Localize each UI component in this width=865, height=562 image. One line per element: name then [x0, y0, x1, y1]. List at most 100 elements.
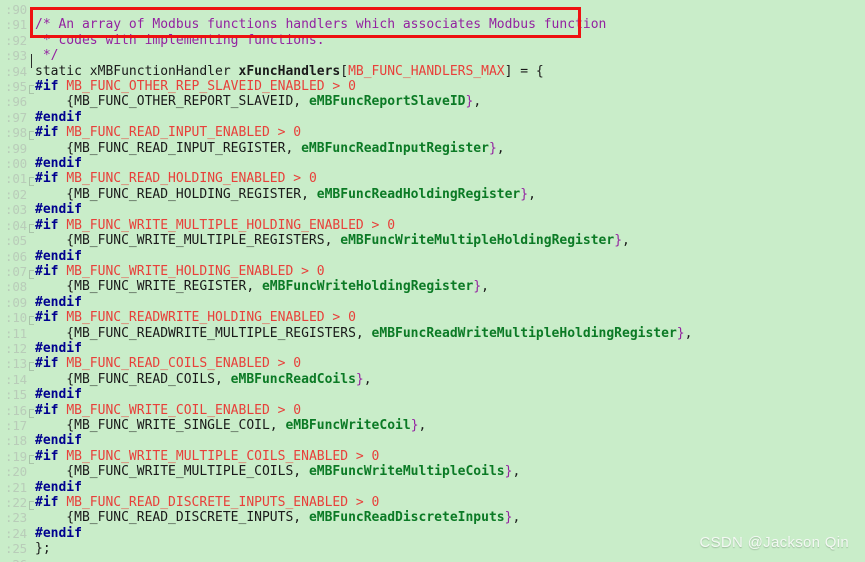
- line-number: 06:: [5, 248, 27, 264]
- code-line[interactable]: 04: #if MB_FUNC_WRITE_MULTIPLE_HOLDING_EN…: [0, 218, 865, 233]
- code-line[interactable]: 11: {MB_FUNC_READWRITE_MULTIPLE_REGISTER…: [0, 326, 865, 341]
- token-pre: #endif: [35, 479, 82, 495]
- code-line[interactable]: 09: #endif: [0, 295, 865, 310]
- code-line-text: {MB_FUNC_READ_DISCRETE_INPUTS, eMBFuncRe…: [35, 510, 520, 525]
- code-line-text: #if MB_FUNC_READ_INPUT_ENABLED > 0: [35, 125, 301, 140]
- line-number: 08:: [5, 279, 27, 295]
- code-line[interactable]: 05: {MB_FUNC_WRITE_MULTIPLE_REGISTERS, e…: [0, 233, 865, 248]
- token-pre: #if: [35, 310, 67, 326]
- token-macro: MB_FUNC_WRITE_MULTIPLE_HOLDING_ENABLED >…: [66, 217, 396, 233]
- code-lines-container[interactable]: 90: 91: /* An array of Modbus functions ha…: [0, 0, 865, 562]
- token-plain: ,: [496, 140, 505, 156]
- code-line[interactable]: 18: #endif: [0, 433, 865, 448]
- code-line-text: static xMBFunctionHandler xFuncHandlers[…: [35, 64, 544, 79]
- code-line-text: {MB_FUNC_WRITE_MULTIPLE_COILS, eMBFuncWr…: [35, 464, 520, 479]
- token-brace: }: [410, 417, 419, 433]
- code-line[interactable]: 16: #if MB_FUNC_WRITE_COIL_ENABLED > 0: [0, 403, 865, 418]
- token-macro: MB_FUNC_OTHER_REP_SLAVEID_ENABLED > 0: [66, 79, 356, 95]
- token-macro: MB_FUNC_HANDLERS_MAX: [348, 63, 505, 79]
- code-line[interactable]: 00: #endif: [0, 156, 865, 171]
- token-func: eMBFuncWriteMultipleCoils: [308, 464, 505, 480]
- code-line-text: #endif: [35, 387, 82, 402]
- line-number: 00:: [5, 156, 27, 172]
- code-editor-view[interactable]: 90: 91: /* An array of Modbus functions ha…: [0, 0, 865, 562]
- code-line[interactable]: 03: #endif: [0, 202, 865, 217]
- line-number: 13:: [5, 356, 27, 372]
- code-line[interactable]: 02: {MB_FUNC_READ_HOLDING_REGISTER, eMBF…: [0, 187, 865, 202]
- token-plain: {MB_FUNC_READ_HOLDING_REGISTER,: [35, 186, 317, 202]
- line-number: 95:: [5, 79, 27, 95]
- token-pre: #if: [35, 402, 67, 418]
- line-number: 24:: [5, 525, 27, 541]
- token-plain: };: [35, 541, 51, 557]
- code-line[interactable]: 94: static xMBFunctionHandler xFuncHandle…: [0, 64, 865, 79]
- token-pre: #endif: [35, 525, 82, 541]
- token-plain: ,: [418, 417, 427, 433]
- code-line-text: #endif: [35, 433, 82, 448]
- line-number: 11:: [5, 325, 27, 341]
- code-line[interactable]: 20: {MB_FUNC_WRITE_MULTIPLE_COILS, eMBFu…: [0, 464, 865, 479]
- token-plain: {MB_FUNC_WRITE_SINGLE_COIL,: [35, 417, 286, 433]
- code-line[interactable]: 91: /* An array of Modbus functions handl…: [0, 17, 865, 32]
- code-line[interactable]: 10: #if MB_FUNC_READWRITE_HOLDING_ENABLED…: [0, 310, 865, 326]
- token-pre: #if: [35, 356, 67, 372]
- code-line[interactable]: 07: #if MB_FUNC_WRITE_HOLDING_ENABLED > 0: [0, 264, 865, 279]
- token-plain: ] = {: [504, 63, 544, 79]
- token-func: eMBFuncWriteMultipleHoldingRegister: [340, 233, 615, 249]
- code-line-text: {MB_FUNC_READ_HOLDING_REGISTER, eMBFuncR…: [35, 187, 536, 202]
- token-plain: {MB_FUNC_READWRITE_MULTIPLE_REGISTERS,: [35, 325, 372, 341]
- code-line[interactable]: 26:: [0, 557, 865, 562]
- token-pre: #if: [35, 495, 67, 510]
- code-line[interactable]: 90:: [0, 2, 865, 17]
- code-line[interactable]: 95: #if MB_FUNC_OTHER_REP_SLAVEID_ENABLED…: [0, 79, 865, 95]
- code-line[interactable]: 08: {MB_FUNC_WRITE_REGISTER, eMBFuncWrit…: [0, 279, 865, 294]
- line-number: 02:: [5, 186, 27, 202]
- code-line-text: #if MB_FUNC_OTHER_REP_SLAVEID_ENABLED > …: [35, 79, 356, 94]
- code-line[interactable]: 06: #endif: [0, 249, 865, 264]
- code-line[interactable]: 19: #if MB_FUNC_WRITE_MULTIPLE_COILS_ENAB…: [0, 449, 865, 464]
- line-number: 04:: [5, 217, 27, 233]
- code-line[interactable]: 13: #if MB_FUNC_READ_COILS_ENABLED > 0: [0, 356, 865, 372]
- line-number: 17:: [5, 417, 27, 433]
- code-line[interactable]: 14: {MB_FUNC_READ_COILS, eMBFuncReadCoil…: [0, 372, 865, 387]
- token-macro: MB_FUNC_WRITE_MULTIPLE_COILS_ENABLED > 0: [66, 448, 380, 464]
- token-plain: ,: [528, 186, 536, 202]
- code-line[interactable]: 12: #endif: [0, 341, 865, 356]
- code-line[interactable]: 93: */: [0, 48, 865, 63]
- token-plain: static xMBFunctionHandler: [35, 63, 239, 79]
- line-number: 25:: [5, 541, 27, 557]
- code-line[interactable]: 99: {MB_FUNC_READ_INPUT_REGISTER, eMBFun…: [0, 141, 865, 156]
- line-number: 98:: [5, 125, 27, 141]
- token-brace: }: [473, 279, 482, 295]
- token-macro: MB_FUNC_READ_HOLDING_ENABLED > 0: [66, 171, 317, 187]
- token-func: eMBFuncReadInputRegister: [301, 140, 489, 156]
- token-comment: /* An array of Modbus functions handlers…: [35, 17, 607, 33]
- code-line[interactable]: 97: #endif: [0, 110, 865, 125]
- code-line[interactable]: 96: {MB_FUNC_OTHER_REPORT_SLAVEID, eMBFu…: [0, 94, 865, 109]
- token-plain: {MB_FUNC_READ_DISCRETE_INPUTS,: [35, 510, 309, 526]
- line-number: 03:: [5, 202, 27, 218]
- code-line[interactable]: 98: #if MB_FUNC_READ_INPUT_ENABLED > 0: [0, 125, 865, 141]
- line-number: 96:: [5, 94, 27, 110]
- token-pre: #endif: [35, 202, 82, 218]
- code-line[interactable]: 92: * codes with implementing functions.: [0, 33, 865, 48]
- code-line[interactable]: 22: #if MB_FUNC_READ_DISCRETE_INPUTS_ENAB…: [0, 495, 865, 510]
- code-line-text: #if MB_FUNC_READ_HOLDING_ENABLED > 0: [35, 171, 317, 186]
- text-caret: [31, 54, 32, 68]
- code-line[interactable]: 21: #endif: [0, 480, 865, 495]
- token-pre: #if: [35, 263, 67, 279]
- code-line[interactable]: 01: #if MB_FUNC_READ_HOLDING_ENABLED > 0: [0, 171, 865, 187]
- line-number: 07:: [5, 263, 27, 279]
- token-plain: ,: [481, 279, 489, 295]
- code-line-text: {MB_FUNC_WRITE_MULTIPLE_REGISTERS, eMBFu…: [35, 233, 630, 248]
- code-line-text: {MB_FUNC_WRITE_REGISTER, eMBFuncWriteHol…: [35, 279, 489, 294]
- code-line-text: {MB_FUNC_READ_INPUT_REGISTER, eMBFuncRea…: [35, 140, 505, 156]
- code-line[interactable]: 23: {MB_FUNC_READ_DISCRETE_INPUTS, eMBFu…: [0, 510, 865, 525]
- code-line[interactable]: 15: #endif: [0, 387, 865, 402]
- line-number: 21:: [5, 479, 27, 495]
- token-pre: #endif: [35, 340, 82, 356]
- token-ident: xFuncHandlers: [238, 63, 341, 79]
- code-line-text: #if MB_FUNC_READWRITE_HOLDING_ENABLED > …: [35, 310, 356, 325]
- code-line[interactable]: 17: {MB_FUNC_WRITE_SINGLE_COIL, eMBFuncW…: [0, 418, 865, 433]
- code-line-text: #endif: [35, 480, 82, 495]
